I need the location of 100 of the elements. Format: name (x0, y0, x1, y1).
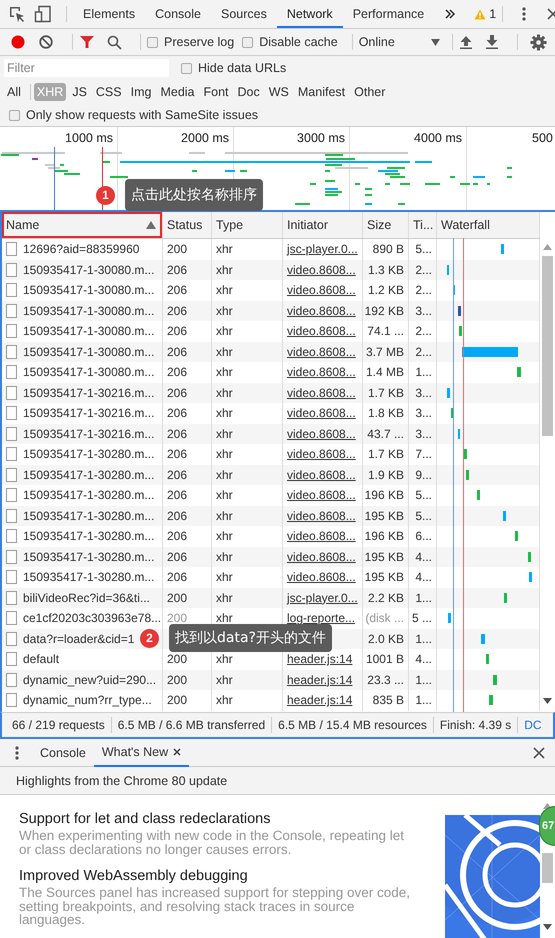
request-name[interactable]: ce1cf20203c303963e78... (23, 611, 162, 626)
initiator-link[interactable]: video.8608... (287, 529, 356, 544)
article-title[interactable]: Support for let and class redeclarations (19, 811, 419, 827)
type-filter-button[interactable]: Font (200, 83, 232, 101)
request-name[interactable]: 150935417-1-30280.m... (23, 550, 154, 564)
initiator-link[interactable]: log-reporte... (287, 611, 356, 626)
panel-tab[interactable]: Performance (342, 0, 434, 28)
inspect-icon[interactable] (8, 5, 26, 23)
initiator-link[interactable]: header.js:14 (287, 672, 352, 687)
initiator-link[interactable]: video.8608... (287, 488, 356, 502)
drawer-tab[interactable]: Console (32, 738, 94, 766)
checkbox[interactable] (9, 110, 20, 120)
settings-icon[interactable] (530, 34, 547, 50)
request-name[interactable]: 150935417-1-30080.m... (23, 344, 154, 359)
column-header[interactable]: Status (163, 212, 212, 238)
type-filter-button[interactable]: Media (157, 83, 198, 101)
close-icon[interactable] (173, 748, 182, 756)
scroll-down-icon[interactable] (543, 924, 552, 930)
record-button[interactable] (10, 34, 26, 50)
initiator-link[interactable]: video.8608... (287, 324, 356, 338)
type-filter-button[interactable]: CSS (92, 83, 125, 101)
request-name[interactable]: 150935417-1-30216.m... (23, 426, 154, 441)
type-filter-button[interactable]: All (4, 83, 24, 101)
scrollbar-thumb[interactable] (542, 853, 553, 883)
more-icon[interactable] (521, 6, 528, 22)
initiator-link[interactable]: video.8608... (287, 508, 356, 523)
initiator-link[interactable]: video.8608... (287, 426, 356, 441)
article-title[interactable]: Improved WebAssembly debugging (19, 868, 419, 884)
column-header[interactable]: Ti... (409, 212, 437, 238)
request-name[interactable]: 150935417-1-30280.m... (23, 447, 154, 462)
initiator-link[interactable]: video.8608... (287, 365, 356, 380)
type-filter-button[interactable]: Doc (234, 83, 263, 101)
close-icon[interactable] (533, 746, 545, 758)
request-name[interactable]: 150935417-1-30280.m... (23, 488, 154, 502)
request-name[interactable]: 150935417-1-30280.m... (23, 529, 154, 544)
request-name[interactable]: 150935417-1-30280.m... (23, 570, 154, 584)
initiator-link[interactable]: video.8608... (287, 468, 356, 482)
request-name[interactable]: 150935417-1-30080.m... (23, 365, 154, 380)
request-name[interactable]: 150935417-1-30080.m... (23, 262, 154, 277)
checkbox-label[interactable]: Hide data URLs (198, 61, 286, 75)
checkbox-label[interactable]: Only show requests with SameSite issues (26, 108, 258, 122)
column-header[interactable]: Initiator (283, 212, 363, 238)
type-filter-button[interactable]: Manifest (294, 83, 348, 101)
scrollbar-thumb[interactable] (542, 256, 553, 436)
initiator-link[interactable]: video.8608... (287, 447, 356, 462)
drawer-tab[interactable]: What's New (94, 738, 190, 766)
type-filter-button[interactable]: Img (128, 83, 154, 101)
request-name[interactable]: biliVideoRec?id=36&ti... (23, 590, 150, 605)
column-header[interactable]: Name (2, 212, 163, 238)
request-name[interactable]: 150935417-1-30216.m... (23, 386, 154, 400)
request-name[interactable]: dynamic_num?rr_type... (23, 693, 152, 708)
request-name[interactable]: 12696?aid=88359960 (23, 242, 140, 256)
panel-tab[interactable]: Console (145, 0, 211, 28)
download-icon[interactable] (485, 35, 499, 49)
initiator-link[interactable]: video.8608... (287, 550, 356, 564)
request-name[interactable]: 150935417-1-30280.m... (23, 508, 154, 523)
checkbox-label[interactable]: Disable cache (259, 35, 338, 49)
column-header[interactable]: Type (212, 212, 283, 238)
initiator-link[interactable]: video.8608... (287, 344, 356, 359)
request-name[interactable]: default (23, 652, 60, 666)
initiator-link[interactable]: video.8608... (287, 386, 356, 400)
initiator-link[interactable]: video.8608... (287, 262, 356, 277)
scroll-up-icon[interactable] (543, 244, 552, 250)
panel-tab[interactable]: Sources (210, 0, 277, 28)
initiator-link[interactable]: jsc-player.0... (287, 590, 358, 605)
device-icon[interactable] (34, 5, 52, 23)
panel-tab[interactable]: Elements (73, 0, 146, 28)
request-name[interactable]: 150935417-1-30080.m... (23, 324, 154, 338)
summary-link[interactable]: DC (524, 718, 542, 732)
initiator-link[interactable]: header.js:14 (287, 652, 352, 666)
initiator-link[interactable]: video.8608... (287, 406, 356, 420)
checkbox[interactable] (181, 62, 192, 74)
request-name[interactable]: 150935417-1-30280.m... (23, 468, 154, 482)
throttling-dropdown[interactable]: Online (358, 35, 440, 49)
warning-count[interactable]: 1 (489, 7, 496, 21)
initiator-link[interactable]: jsc-player.0... (287, 242, 358, 256)
more-icon[interactable] (14, 744, 20, 760)
checkbox[interactable] (242, 36, 254, 48)
checkbox-label[interactable]: Preserve log (164, 35, 234, 49)
scroll-down-icon[interactable] (543, 698, 552, 704)
filter-field[interactable]: Filter (4, 59, 169, 77)
request-name[interactable]: 150935417-1-30080.m... (23, 304, 154, 318)
type-filter-button[interactable]: Other (351, 83, 388, 101)
clear-icon[interactable] (38, 34, 54, 50)
initiator-link[interactable]: video.8608... (287, 283, 356, 298)
request-name[interactable]: 150935417-1-30080.m... (23, 283, 154, 298)
initiator-link[interactable]: video.8608... (287, 304, 356, 318)
upload-icon[interactable] (459, 35, 473, 49)
column-header[interactable]: Size (363, 212, 409, 238)
search-icon[interactable] (107, 34, 122, 50)
checkbox[interactable] (147, 36, 158, 48)
request-name[interactable]: data?r=loader&cid=1 (23, 632, 134, 646)
type-filter-button[interactable]: WS (266, 83, 292, 101)
panel-tab[interactable]: Network (276, 0, 343, 28)
type-filter-button[interactable]: JS (69, 83, 90, 101)
filter-icon[interactable] (79, 35, 95, 49)
double-chevron-icon[interactable] (444, 8, 456, 20)
request-name[interactable]: 150935417-1-30216.m... (23, 406, 154, 420)
initiator-link[interactable]: header.js:14 (287, 693, 352, 708)
request-name[interactable]: dynamic_new?uid=290... (23, 672, 156, 687)
